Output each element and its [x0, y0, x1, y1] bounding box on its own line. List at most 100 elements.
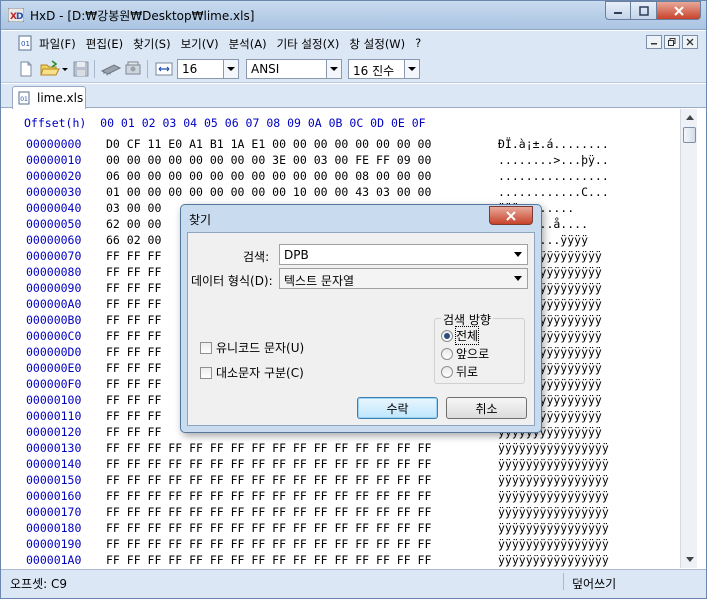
row-bytes[interactable]: FF FF FF — [106, 265, 161, 279]
offset-base-select[interactable]: 16 진수 — [348, 59, 420, 79]
row-bytes[interactable]: FF FF FF — [106, 409, 161, 423]
hex-row[interactable]: 0000004003 00 00ÿÿÿ........ — [26, 201, 574, 217]
search-input[interactable]: DPB — [279, 244, 528, 265]
hex-row[interactable]: 000000C0 FF FF FF ÿÿÿÿÿÿÿÿÿÿÿÿÿÿÿ — [26, 329, 602, 345]
row-bytes[interactable]: FF FF FF FF FF FF FF FF FF FF FF FF FF F… — [106, 537, 431, 551]
status-mode[interactable]: 덮어쓰기 — [572, 575, 616, 592]
row-bytes[interactable]: FF FF FF FF FF FF FF FF FF FF FF FF FF F… — [106, 473, 431, 487]
dropdown-button[interactable] — [223, 60, 238, 78]
row-bytes[interactable]: FF FF FF — [106, 393, 161, 407]
hex-row[interactable]: 00000070 FF FF FF ÿÿÿÿÿÿÿÿÿÿÿÿÿÿÿ — [26, 249, 602, 265]
radio-dot[interactable] — [441, 365, 453, 378]
direction-forward-radio[interactable]: 앞으로 — [441, 345, 489, 362]
hex-row[interactable]: 00000100 FF FF FF ÿÿÿÿÿÿÿÿÿÿÿÿÿÿÿ — [26, 393, 602, 409]
hex-row[interactable]: 000000F0 FF FF FF ÿÿÿÿÿÿÿÿÿÿÿÿÿÿÿ — [26, 377, 602, 393]
menu-help[interactable]: ? — [415, 36, 421, 52]
hex-row[interactable]: 00000080 FF FF FF ÿÿÿÿÿÿÿÿÿÿÿÿÿÿÿ — [26, 265, 602, 281]
cancel-button[interactable]: 취소 — [446, 397, 527, 419]
row-bytes[interactable]: FF FF FF — [106, 425, 161, 439]
hex-row[interactable]: 00000170 FF FF FF FF FF FF FF FF FF FF FF… — [26, 505, 609, 521]
save-icon[interactable] — [72, 59, 90, 79]
row-ascii[interactable]: ÿÿÿÿÿÿÿÿÿÿÿÿÿÿÿÿ — [498, 505, 609, 519]
scroll-up-button[interactable] — [681, 109, 698, 126]
new-file-icon[interactable] — [18, 59, 34, 79]
direction-backward-radio[interactable]: 뒤로 — [441, 363, 478, 380]
row-ascii[interactable]: ÿÿÿÿÿÿÿÿÿÿÿÿÿÿÿÿ — [498, 553, 609, 567]
hex-row[interactable]: 00000010 00 00 00 00 00 00 00 00 3E 00 03… — [26, 153, 609, 169]
checkbox-box[interactable] — [200, 341, 212, 354]
checkbox-box[interactable] — [200, 366, 212, 379]
hex-row[interactable]: 00000030 01 00 00 00 00 00 00 00 00 10 00… — [26, 185, 609, 201]
row-bytes[interactable]: 62 00 00 — [106, 217, 161, 231]
hex-row[interactable]: 000000E0 FF FF FF ÿÿÿÿÿÿÿÿÿÿÿÿÿÿÿ — [26, 361, 602, 377]
menu-window[interactable]: 창 설정(W) — [349, 36, 405, 52]
document-icon[interactable]: 01 — [18, 35, 32, 51]
row-bytes[interactable]: FF FF FF — [106, 297, 161, 311]
hex-row[interactable]: 000000D0 FF FF FF ÿÿÿÿÿÿÿÿÿÿÿÿÿÿÿ — [26, 345, 602, 361]
bytes-per-row-select[interactable]: 16 — [177, 59, 239, 79]
hex-row[interactable]: 00000190 FF FF FF FF FF FF FF FF FF FF FF… — [26, 537, 609, 553]
row-ascii[interactable]: ............C... — [498, 185, 609, 199]
hex-row[interactable]: 000000B0 FF FF FF ÿÿÿÿÿÿÿÿÿÿÿÿÿÿÿ — [26, 313, 602, 329]
accept-button[interactable]: 수락 — [357, 397, 438, 419]
row-ascii[interactable]: ÿÿÿÿÿÿÿÿÿÿÿÿÿÿÿÿ — [498, 537, 609, 551]
scroll-thumb[interactable] — [683, 127, 696, 143]
close-button[interactable] — [657, 1, 701, 20]
row-bytes[interactable]: D0 CF 11 E0 A1 B1 1A E1 00 00 00 00 00 0… — [106, 137, 431, 151]
row-bytes[interactable]: 66 02 00 — [106, 233, 161, 247]
hex-row[interactable]: 00000050 62 00 00 ....d...å.... — [26, 217, 588, 233]
row-ascii[interactable]: ÿÿÿÿÿÿÿÿÿÿÿÿÿÿÿÿ — [498, 457, 609, 471]
open-folder-icon[interactable] — [40, 59, 60, 79]
row-bytes[interactable]: FF FF FF — [106, 249, 161, 263]
datatype-select[interactable]: 텍스트 문자열 — [279, 268, 528, 289]
case-sensitive-checkbox[interactable]: 대소문자 구분(C) — [200, 364, 304, 381]
mdi-restore-button[interactable] — [664, 35, 680, 49]
row-bytes[interactable]: FF FF FF FF FF FF FF FF FF FF FF FF FF F… — [106, 505, 431, 519]
menu-analysis[interactable]: 분석(A) — [229, 36, 267, 52]
row-bytes[interactable]: FF FF FF FF FF FF FF FF FF FF FF FF FF F… — [106, 441, 431, 455]
hex-row[interactable]: 00000130 FF FF FF FF FF FF FF FF FF FF FF… — [26, 441, 609, 457]
menu-edit[interactable]: 편집(E) — [86, 36, 123, 52]
dropdown-button[interactable] — [326, 60, 341, 78]
row-bytes[interactable]: FF FF FF FF FF FF FF FF FF FF FF FF FF F… — [106, 521, 431, 535]
row-bytes[interactable]: FF FF FF — [106, 377, 161, 391]
hex-row[interactable]: 00000060 66 02 00 ....€....ÿÿÿÿ — [26, 233, 588, 249]
hex-row[interactable]: 00000110 FF FF FF ÿÿÿÿÿÿÿÿÿÿÿÿÿÿÿ — [26, 409, 602, 425]
radio-dot[interactable] — [441, 347, 453, 360]
hex-row[interactable]: 00000180 FF FF FF FF FF FF FF FF FF FF FF… — [26, 521, 609, 537]
unicode-checkbox[interactable]: 유니코드 문자(U) — [200, 339, 304, 356]
row-bytes[interactable]: FF FF FF FF FF FF FF FF FF FF FF FF FF F… — [106, 489, 431, 503]
row-bytes[interactable]: FF FF FF — [106, 281, 161, 295]
row-ascii[interactable]: ÿÿÿÿÿÿÿÿÿÿÿÿÿÿÿÿ — [498, 441, 609, 455]
hex-row[interactable]: 00000140 FF FF FF FF FF FF FF FF FF FF FF… — [26, 457, 609, 473]
row-ascii[interactable]: ........>...þÿ.. — [498, 153, 609, 167]
charset-select[interactable]: ANSI — [246, 59, 342, 79]
row-bytes[interactable]: FF FF FF — [106, 345, 161, 359]
row-bytes[interactable]: 03 00 00 — [106, 201, 161, 215]
hex-row[interactable]: 00000150 FF FF FF FF FF FF FF FF FF FF FF… — [26, 473, 609, 489]
hex-row[interactable]: 000001A0 FF FF FF FF FF FF FF FF FF FF FF… — [26, 553, 609, 568]
radio-dot[interactable] — [441, 329, 453, 342]
row-bytes[interactable]: FF FF FF — [106, 313, 161, 327]
vertical-scrollbar[interactable] — [680, 109, 697, 568]
menu-file[interactable]: 파일(F) — [39, 36, 76, 52]
dropdown-button[interactable] — [511, 271, 525, 286]
hex-row[interactable]: 000000A0 FF FF FF ÿÿÿÿÿÿÿÿÿÿÿÿÿÿÿ — [26, 297, 602, 313]
row-ascii[interactable]: ................ — [498, 169, 609, 183]
tab-lime-xls[interactable]: 01 lime.xls — [12, 86, 86, 109]
ram-icon[interactable] — [100, 59, 122, 79]
row-bytes[interactable]: FF FF FF — [106, 361, 161, 375]
hex-row[interactable]: 00000090 FF FF FF ÿÿÿÿÿÿÿÿÿÿÿÿÿÿÿ — [26, 281, 602, 297]
row-ascii[interactable]: ÿÿÿÿÿÿÿÿÿÿÿÿÿÿÿÿ — [498, 473, 609, 487]
mdi-close-button[interactable] — [682, 35, 698, 49]
row-bytes[interactable]: FF FF FF — [106, 329, 161, 343]
direction-all-radio[interactable]: 전체 — [441, 326, 480, 345]
row-bytes[interactable]: FF FF FF FF FF FF FF FF FF FF FF FF FF F… — [106, 553, 431, 567]
dialog-close-button[interactable] — [489, 206, 533, 225]
scroll-down-button[interactable] — [681, 551, 698, 568]
row-bytes[interactable]: 06 00 00 00 00 00 00 00 00 00 00 00 08 0… — [106, 169, 431, 183]
mdi-minimize-button[interactable] — [646, 35, 662, 49]
menu-view[interactable]: 보기(V) — [181, 36, 219, 52]
row-ascii[interactable]: ÿÿÿÿÿÿÿÿÿÿÿÿÿÿÿÿ — [498, 521, 609, 535]
hex-row[interactable]: 00000160 FF FF FF FF FF FF FF FF FF FF FF… — [26, 489, 609, 505]
